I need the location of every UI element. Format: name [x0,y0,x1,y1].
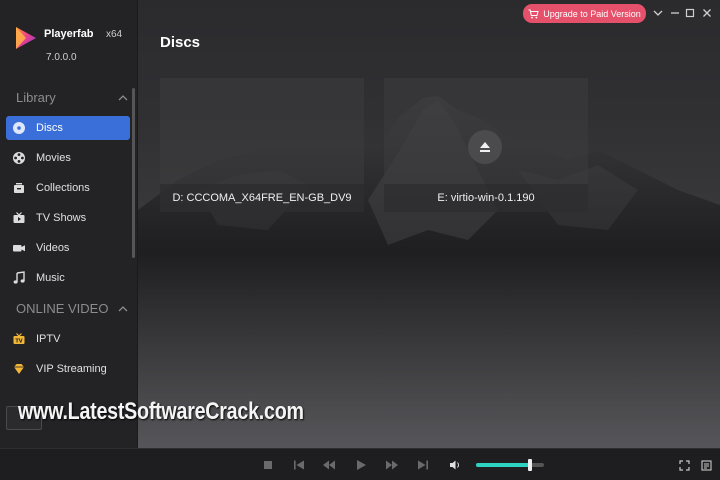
film-reel-icon [12,151,26,165]
skip-previous-icon [294,460,304,470]
collections-icon [12,181,26,195]
volume-icon [450,460,459,470]
chevron-down-icon [653,10,663,16]
menu-dropdown-button[interactable] [651,6,665,20]
online-video-section-header[interactable]: ONLINE VIDEO [16,301,128,316]
disc-icon [12,121,26,135]
chevron-up-icon[interactable] [118,93,128,103]
video-camera-icon [12,241,26,255]
sidebar-item-label: IPTV [36,333,61,345]
sidebar-item-movies[interactable]: Movies [6,146,130,170]
sidebar-item-videos[interactable]: Videos [6,236,130,260]
sidebar-item-tv-shows[interactable]: TV Shows [6,206,130,230]
sidebar-item-label: TV Shows [36,212,87,224]
sidebar-item-label: Collections [36,182,90,194]
disc-card-d[interactable]: D: CCCOMA_X64FRE_EN-GB_DV9 [160,78,364,212]
volume-knob[interactable] [528,459,533,471]
online-video-section-title: ONLINE VIDEO [16,301,109,316]
sidebar-item-label: Videos [36,242,70,254]
disc-card-e[interactable]: E: virtio-win-0.1.190 [384,78,588,212]
stop-icon [264,461,272,469]
watermark-text: www.LatestSoftwareCrack.com [18,398,304,425]
music-note-icon [12,271,26,285]
play-icon [357,460,366,470]
minimize-icon [671,12,679,14]
fast-forward-icon [386,460,398,470]
app-version: 7.0.0.0 [46,52,77,63]
minimize-button[interactable] [668,6,682,20]
eject-icon[interactable] [468,130,502,164]
skip-next-icon [418,460,428,470]
svg-text:TV: TV [15,338,22,344]
close-button[interactable] [700,6,714,20]
sidebar: Playerfab x64 7.0.0.0 Library Discs Movi… [0,0,138,448]
sidebar-item-music[interactable]: Music [6,266,130,290]
sidebar-item-vip-streaming[interactable]: VIP Streaming [6,357,130,381]
sidebar-item-label: Movies [36,152,71,164]
mountain-background [138,96,720,448]
volume-button[interactable] [447,457,463,473]
maximize-icon [685,8,695,18]
chevron-up-icon[interactable] [118,304,128,314]
next-button[interactable] [415,457,431,473]
sidebar-item-label: VIP Streaming [36,363,107,375]
sidebar-item-collections[interactable]: Collections [6,176,130,200]
player-bar [0,448,720,480]
playlist-button[interactable] [698,457,714,473]
tv-icon [12,211,26,225]
rewind-button[interactable] [321,457,337,473]
volume-slider[interactable] [476,459,544,471]
disc-label: D: CCCOMA_X64FRE_EN-GB_DV9 [160,184,364,212]
library-section-header[interactable]: Library [16,90,128,105]
volume-fill [476,463,531,467]
playerfab-logo [16,27,36,49]
fullscreen-icon [678,459,690,471]
disc-label: E: virtio-win-0.1.190 [384,184,588,212]
maximize-button[interactable] [683,6,697,20]
sidebar-item-discs[interactable]: Discs [6,116,130,140]
close-icon [703,9,711,17]
page-title: Discs [160,34,201,51]
sidebar-item-label: Music [36,272,65,284]
fast-forward-button[interactable] [384,457,400,473]
library-section-title: Library [16,90,56,105]
sidebar-item-iptv[interactable]: TV IPTV [6,327,130,351]
fullscreen-button[interactable] [676,457,692,473]
vip-diamond-icon [12,362,26,376]
sidebar-scrollbar[interactable] [132,88,135,258]
upgrade-button[interactable]: Upgrade to Paid Version [523,4,646,23]
play-button[interactable] [353,457,369,473]
previous-button[interactable] [291,457,307,473]
stop-button[interactable] [260,457,276,473]
main-content: Discs D: CCCOMA_X64FRE_EN-GB_DV9 E: virt… [138,0,720,448]
rewind-icon [323,460,335,470]
iptv-icon: TV [12,332,26,346]
app-arch: x64 [105,29,123,40]
upgrade-label: Upgrade to Paid Version [543,8,641,19]
app-name: Playerfab [44,28,94,40]
sidebar-item-label: Discs [36,122,63,134]
brand: Playerfab x64 7.0.0.0 [14,24,122,63]
cart-icon [528,9,539,19]
playlist-icon [700,459,712,471]
